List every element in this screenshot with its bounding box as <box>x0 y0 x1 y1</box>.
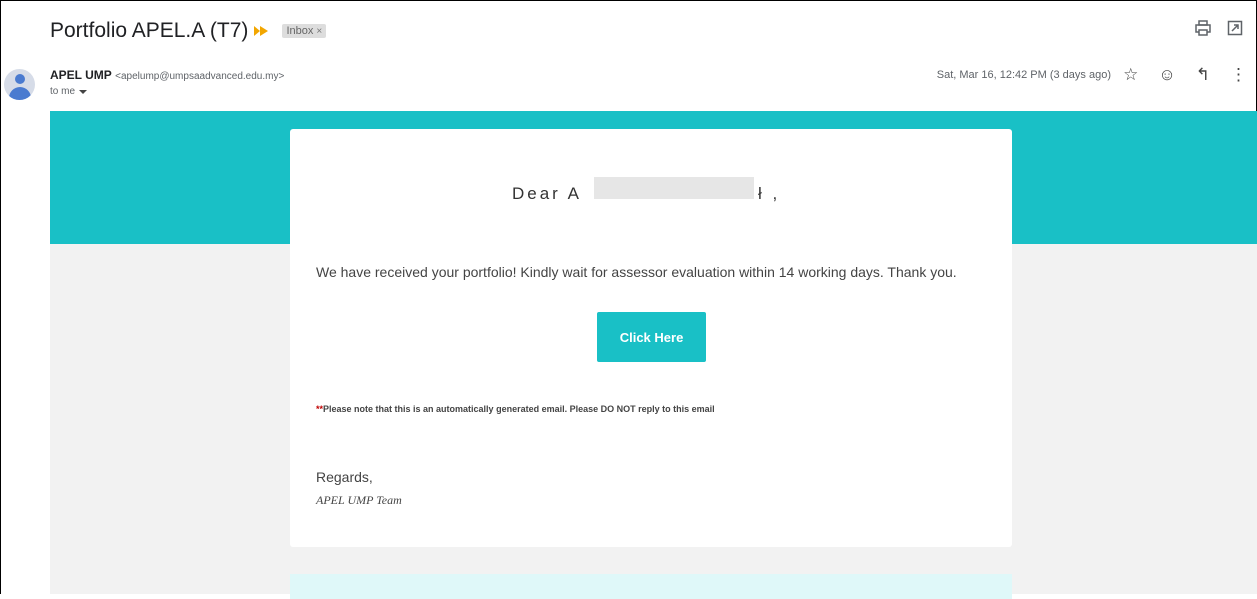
footer-card <box>290 574 1012 599</box>
email-subject: Portfolio APEL.A (T7) <box>50 19 249 42</box>
remove-label-icon[interactable]: × <box>316 26 322 37</box>
sender-email: <apelump@umpsaadvanced.edu.my> <box>115 71 285 82</box>
avatar[interactable] <box>4 69 35 100</box>
note-text: Please note that this is an automaticall… <box>323 404 715 414</box>
email-body: Dear A ł , We have received your portfol… <box>50 111 1257 599</box>
message-date: Sat, Mar 16, 12:42 PM (3 days ago) <box>936 69 1111 81</box>
redacted-name <box>594 177 754 199</box>
sender-line: APEL UMP <apelump@umpsaadvanced.edu.my> <box>50 68 284 82</box>
inbox-label-chip[interactable]: Inbox × <box>282 24 327 38</box>
star-icon[interactable]: ☆ <box>1123 66 1138 84</box>
print-icon[interactable] <box>1195 20 1211 41</box>
auto-generated-note: **Please note that this is an automatica… <box>316 404 715 414</box>
open-in-new-window-icon[interactable] <box>1227 20 1243 41</box>
note-prefix: ** <box>316 404 324 414</box>
thread-actions <box>1195 20 1243 41</box>
click-here-button[interactable]: Click Here <box>597 312 706 362</box>
message-actions: ☆ ☺ ↰ ⋮ <box>1123 66 1247 84</box>
emoji-icon[interactable]: ☺ <box>1158 66 1175 84</box>
more-vert-icon[interactable]: ⋮ <box>1230 66 1247 84</box>
regards-text: Regards, <box>316 469 373 485</box>
sender-name[interactable]: APEL UMP <box>50 68 112 82</box>
email-message: We have received your portfolio! Kindly … <box>316 264 957 280</box>
chevron-down-icon[interactable] <box>79 89 88 94</box>
email-card: Dear A ł , We have received your portfol… <box>290 129 1012 547</box>
recipient-details[interactable]: to me <box>50 86 88 97</box>
label-text: Inbox <box>286 25 314 37</box>
reply-icon[interactable]: ↰ <box>1196 66 1210 84</box>
greeting-start: Dear A <box>512 184 582 203</box>
to-label: to me <box>50 86 76 97</box>
subject-row: Portfolio APEL.A (T7) Inbox × <box>50 18 327 44</box>
greeting-end: ł , <box>758 184 781 203</box>
importance-marker-icon[interactable] <box>254 26 269 36</box>
signature: APEL UMP Team <box>316 493 402 507</box>
